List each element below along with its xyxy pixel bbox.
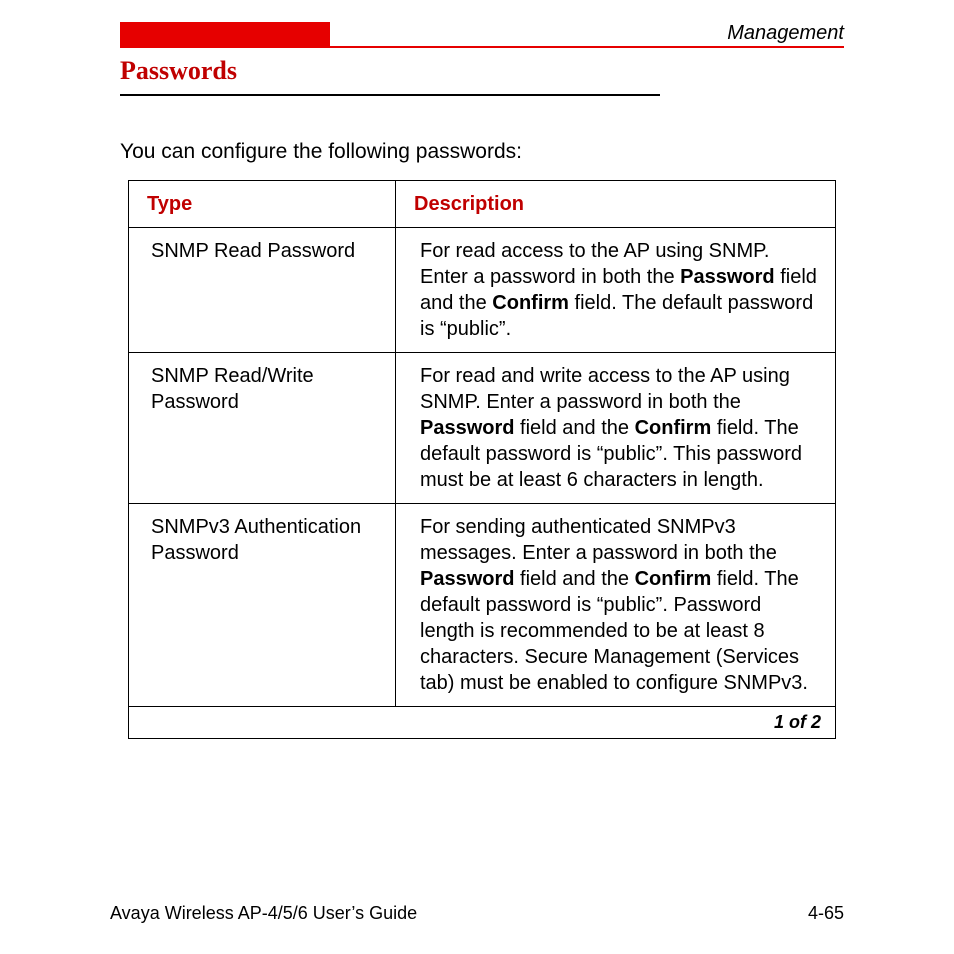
desc-text: For read and write access to the AP usin… (420, 365, 790, 413)
cell-description: For read access to the AP using SNMP. En… (396, 228, 836, 353)
table-header-row: Type Description (129, 181, 836, 228)
table-pager: 1 of 2 (129, 707, 836, 739)
desc-bold: Confirm (635, 568, 712, 590)
footer-page-number: 4-65 (808, 903, 844, 924)
desc-bold: Password (420, 417, 514, 439)
col-header-type: Type (129, 181, 396, 228)
desc-bold: Confirm (635, 417, 712, 439)
desc-bold: Password (680, 266, 774, 288)
page: Management Passwords You can configure t… (0, 0, 954, 954)
col-header-description: Description (396, 181, 836, 228)
cell-type: SNMP Read Password (129, 228, 396, 353)
cell-type: SNMPv3 Authentication Password (129, 504, 396, 707)
intro-paragraph: You can configure the following password… (120, 140, 522, 164)
passwords-table-wrap: Type Description SNMP Read Password For … (128, 180, 836, 739)
passwords-table: Type Description SNMP Read Password For … (128, 180, 836, 739)
table-row: SNMP Read/Write Password For read and wr… (129, 353, 836, 504)
desc-bold: Confirm (492, 292, 569, 314)
header-accent-block (120, 22, 330, 46)
desc-bold: Password (420, 568, 514, 590)
cell-description: For read and write access to the AP usin… (396, 353, 836, 504)
heading-rule (120, 94, 660, 96)
table-row: SNMPv3 Authentication Password For sendi… (129, 504, 836, 707)
footer-doc-title: Avaya Wireless AP-4/5/6 User’s Guide (110, 903, 417, 924)
cell-description: For sending authenticated SNMPv3 message… (396, 504, 836, 707)
table-pager-row: 1 of 2 (129, 707, 836, 739)
table-row: SNMP Read Password For read access to th… (129, 228, 836, 353)
desc-text: field and the (520, 417, 635, 439)
desc-text: For sending authenticated SNMPv3 message… (420, 516, 777, 564)
cell-type: SNMP Read/Write Password (129, 353, 396, 504)
section-heading: Passwords (120, 56, 237, 86)
desc-text: field and the (520, 568, 635, 590)
header-section-label: Management (727, 22, 844, 45)
header-rule (120, 46, 844, 48)
